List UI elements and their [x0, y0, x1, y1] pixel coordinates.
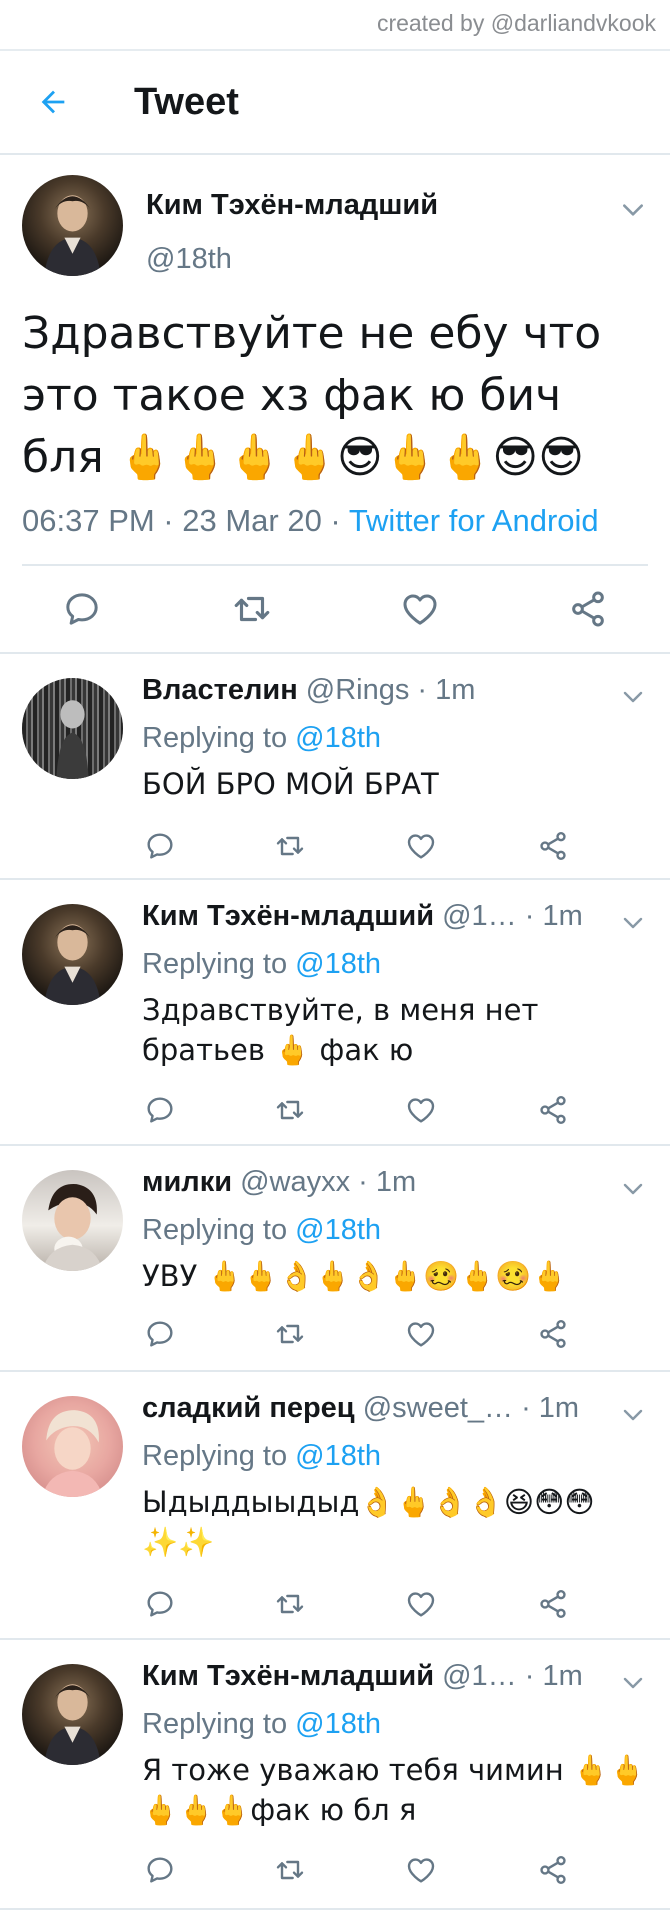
avatar[interactable] [22, 1664, 123, 1765]
chevron-down-icon[interactable] [618, 908, 648, 938]
reply-header: Властелин @Rings · 1m [142, 674, 612, 707]
author-name[interactable]: сладкий перец [142, 1392, 355, 1424]
replying-to: Replying to @18th [142, 1440, 381, 1473]
reply-tweet[interactable]: сладкий перец @sweet_… · 1m Replying to … [0, 1374, 670, 1640]
main-tweet: Ким Тэхён-младший @18th Здравствуйте не … [0, 157, 670, 654]
back-arrow-icon[interactable] [36, 85, 70, 119]
retweet-icon[interactable] [272, 828, 308, 864]
mention-link[interactable]: @18th [295, 722, 381, 754]
reply-text: БОЙ БРО МОЙ БРАТ [142, 767, 439, 801]
client-link[interactable]: Twitter for Android [349, 503, 599, 538]
reply-text: Я тоже уважаю тебя чимин 🖕🖕🖕🖕🖕фак ю бл я [142, 1753, 646, 1827]
avatar[interactable] [22, 678, 123, 779]
share-icon[interactable] [535, 1586, 571, 1622]
comment-icon[interactable] [142, 828, 178, 864]
action-bar [0, 587, 670, 637]
author-handle: @Rings · 1m [297, 674, 476, 706]
author-name[interactable]: Ким Тэхён-младший [146, 189, 438, 222]
chevron-down-icon[interactable] [618, 1668, 648, 1698]
reply-tweet[interactable]: Ким Тэхён-младший @1… · 1m Replying to @… [0, 1642, 670, 1910]
reply-text: Ыдыддыыдыд👌🖕👌👌😆😳😳✨✨ [142, 1485, 595, 1559]
replying-to: Replying to @18th [142, 722, 381, 755]
replying-to: Replying to @18th [142, 1708, 381, 1741]
tweet-meta: 06:37 PM · 23 Mar 20 · Twitter for Andro… [22, 503, 599, 539]
reply-text: Здравствуйте, в меня нет братьев 🖕 фак ю [142, 993, 539, 1067]
mention-link[interactable]: @18th [295, 1708, 381, 1740]
watermark: created by @darliandvkook [376, 10, 656, 36]
avatar[interactable] [22, 904, 123, 1005]
reply-tweet[interactable]: Ким Тэхён-младший @1… · 1m Replying to @… [0, 882, 670, 1146]
author-handle: @sweet_… · 1m [354, 1392, 580, 1424]
comment-icon[interactable] [142, 1092, 178, 1128]
replying-to: Replying to @18th [142, 948, 381, 981]
heart-icon[interactable] [403, 1852, 439, 1888]
replying-label: Replying to [142, 948, 296, 980]
author-handle: @wayxx · 1m [232, 1166, 417, 1198]
avatar[interactable] [22, 1396, 123, 1497]
replying-to: Replying to @18th [142, 1214, 381, 1247]
chevron-down-icon[interactable] [618, 1400, 648, 1430]
author-name[interactable]: Властелин [142, 674, 298, 706]
reply-text: УВУ 🖕🖕👌🖕👌🖕🥴🖕🥴🖕 [142, 1259, 568, 1293]
author-name[interactable]: милки [142, 1166, 232, 1198]
heart-icon[interactable] [398, 587, 442, 631]
share-icon[interactable] [535, 1316, 571, 1352]
reply-tweet[interactable]: милки @wayxx · 1m Replying to @18th УВУ … [0, 1148, 670, 1372]
divider [22, 564, 648, 566]
share-icon[interactable] [535, 1852, 571, 1888]
replying-label: Replying to [142, 1708, 296, 1740]
timestamp: 06:37 PM · 23 Mar 20 · [22, 503, 349, 538]
share-icon[interactable] [535, 828, 571, 864]
share-icon[interactable] [535, 1092, 571, 1128]
avatar[interactable] [22, 1170, 123, 1271]
retweet-icon[interactable] [272, 1586, 308, 1622]
author-name[interactable]: Ким Тэхён-младший [142, 1660, 434, 1692]
comment-icon[interactable] [142, 1316, 178, 1352]
heart-icon[interactable] [403, 1586, 439, 1622]
chevron-down-icon[interactable] [618, 682, 648, 712]
mention-link[interactable]: @18th [295, 1214, 381, 1246]
retweet-icon[interactable] [272, 1316, 308, 1352]
reply-header: Ким Тэхён-младший @1… · 1m [142, 900, 612, 933]
author-handle[interactable]: @18th [146, 243, 232, 276]
retweet-icon[interactable] [272, 1852, 308, 1888]
share-icon[interactable] [566, 587, 610, 631]
page-title: Tweet [134, 81, 239, 123]
reply-tweet[interactable]: Властелин @Rings · 1m Replying to @18th … [0, 656, 670, 880]
reply-header: сладкий перец @sweet_… · 1m [142, 1392, 612, 1425]
reply-header: Ким Тэхён-младший @1… · 1m [142, 1660, 612, 1693]
replying-label: Replying to [142, 1214, 296, 1246]
comment-icon[interactable] [142, 1586, 178, 1622]
avatar[interactable] [22, 175, 123, 276]
heart-icon[interactable] [403, 828, 439, 864]
chevron-down-icon[interactable] [618, 195, 648, 225]
mention-link[interactable]: @18th [295, 948, 381, 980]
reply-header: милки @wayxx · 1m [142, 1166, 612, 1199]
comment-icon[interactable] [142, 1852, 178, 1888]
tweet-text: Здравствуйте не ебу что это такое хз фак… [22, 308, 602, 483]
replying-label: Replying to [142, 722, 296, 754]
heart-icon[interactable] [403, 1092, 439, 1128]
comment-icon[interactable] [60, 587, 104, 631]
retweet-icon[interactable] [230, 587, 274, 631]
heart-icon[interactable] [403, 1316, 439, 1352]
author-handle: @1… · 1m [434, 900, 583, 932]
mention-link[interactable]: @18th [295, 1440, 381, 1472]
author-handle: @1… · 1m [434, 1660, 583, 1692]
retweet-icon[interactable] [272, 1092, 308, 1128]
replying-label: Replying to [142, 1440, 296, 1472]
author-name[interactable]: Ким Тэхён-младший [142, 900, 434, 932]
chevron-down-icon[interactable] [618, 1174, 648, 1204]
header-bar: Tweet [0, 51, 670, 155]
